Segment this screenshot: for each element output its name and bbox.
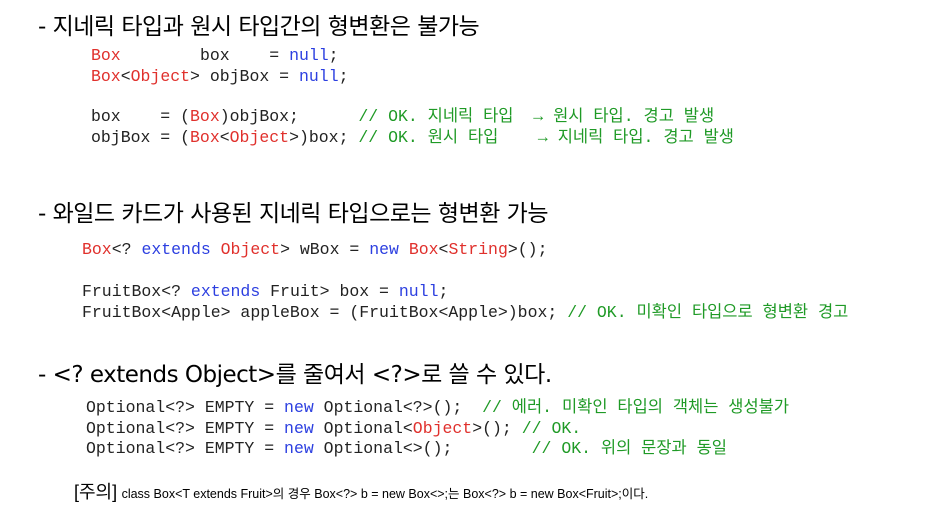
code-comment: // OK.	[521, 418, 582, 438]
code-line: Optional<?> EMPTY = new Optional<?>(); /…	[86, 398, 790, 417]
section2-heading: - 와일드 카드가 사용된 지네릭 타입으로는 형변환 가능	[38, 201, 549, 227]
section2-code-block-a: Box<? extends Object> wBox = new Box<Str…	[82, 240, 547, 261]
caution-text: class Box<T extends Fruit>의 경우 Box<?> b …	[121, 487, 649, 501]
section1-code-block-a: Box box = null; Box<Object> objBox = nul…	[91, 46, 349, 87]
code-line: Box box = null;	[91, 46, 339, 65]
section3-heading: - <? extends Object>를 줄여서 <?>로 쓸 수 있다.	[38, 362, 552, 388]
code-line: box = (Box)objBox; // OK. 지네릭 타입 → 원시 타입…	[91, 107, 715, 126]
section1-heading: - 지네릭 타입과 원시 타입간의 형변환은 불가능	[38, 14, 480, 40]
code-line: Optional<?> EMPTY = new Optional<>(); //…	[86, 439, 727, 458]
code-line: FruitBox<? extends Fruit> box = null;	[82, 282, 449, 301]
code-line: Optional<?> EMPTY = new Optional<Object>…	[86, 418, 582, 438]
code-comment: // OK. 미확인 타입으로 형변환 경고	[567, 302, 849, 322]
code-comment: // OK. 원시 타입 → 지네릭 타입. 경고 발생	[358, 127, 734, 147]
code-line: Box<Object> objBox = null;	[91, 66, 349, 86]
section3-code-block: Optional<?> EMPTY = new Optional<?>(); /…	[86, 398, 789, 460]
caution-tag: [주의]	[74, 482, 118, 502]
code-comment: // 에러. 미확인 타입의 객체는 생성불가	[482, 398, 790, 417]
code-line: FruitBox<Apple> appleBox = (FruitBox<App…	[82, 302, 849, 322]
code-line: Box<? extends Object> wBox = new Box<Str…	[82, 240, 548, 259]
code-line: objBox = (Box<Object>)box; // OK. 원시 타입 …	[91, 127, 734, 147]
caution-note: [주의] class Box<T extends Fruit>의 경우 Box<…	[74, 478, 648, 504]
code-comment: // OK. 지네릭 타입 → 원시 타입. 경고 발생	[358, 107, 715, 126]
section1-code-block-b: box = (Box)objBox; // OK. 지네릭 타입 → 원시 타입…	[91, 107, 734, 148]
section2-code-block-b: FruitBox<? extends Fruit> box = null; Fr…	[82, 282, 848, 323]
code-comment: // OK. 위의 문장과 동일	[531, 439, 727, 458]
